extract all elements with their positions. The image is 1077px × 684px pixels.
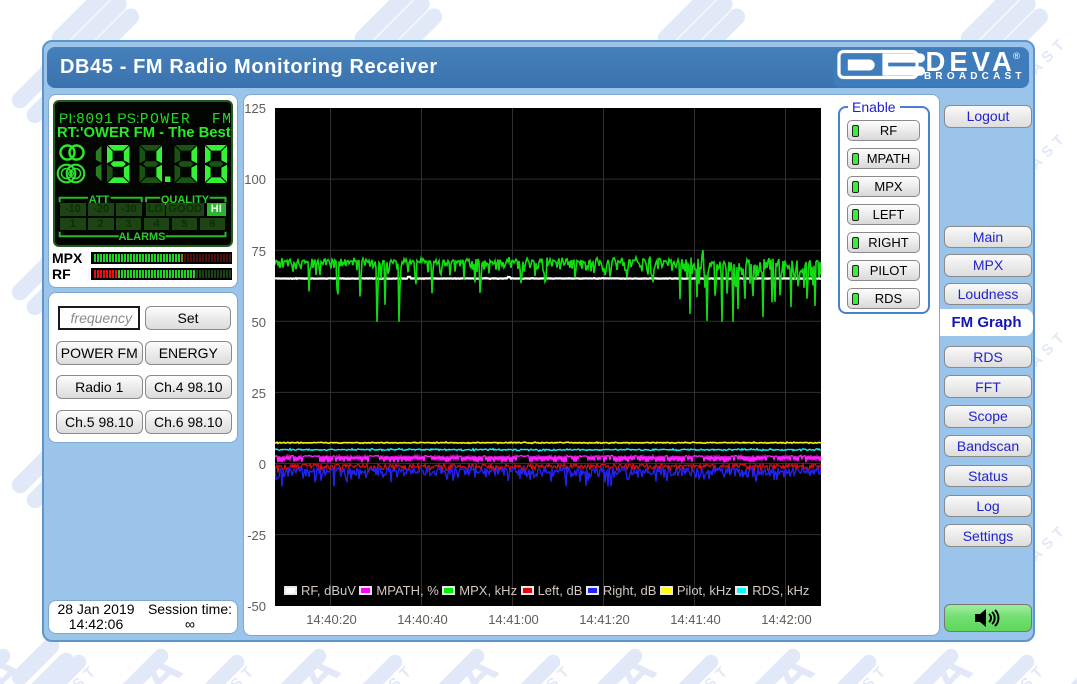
svg-text:VA: VA <box>265 640 353 684</box>
svg-text:VA: VA <box>897 640 985 684</box>
svg-text:VA: VA <box>107 640 195 684</box>
svg-text:VA: VA <box>739 640 827 684</box>
svg-text:VA: VA <box>581 640 669 684</box>
svg-text:®: ® <box>1013 51 1020 62</box>
svg-text:BROADCAST: BROADCAST <box>924 71 1026 82</box>
svg-text:VA: VA <box>423 640 511 684</box>
svg-text:VA: VA <box>1055 640 1077 684</box>
